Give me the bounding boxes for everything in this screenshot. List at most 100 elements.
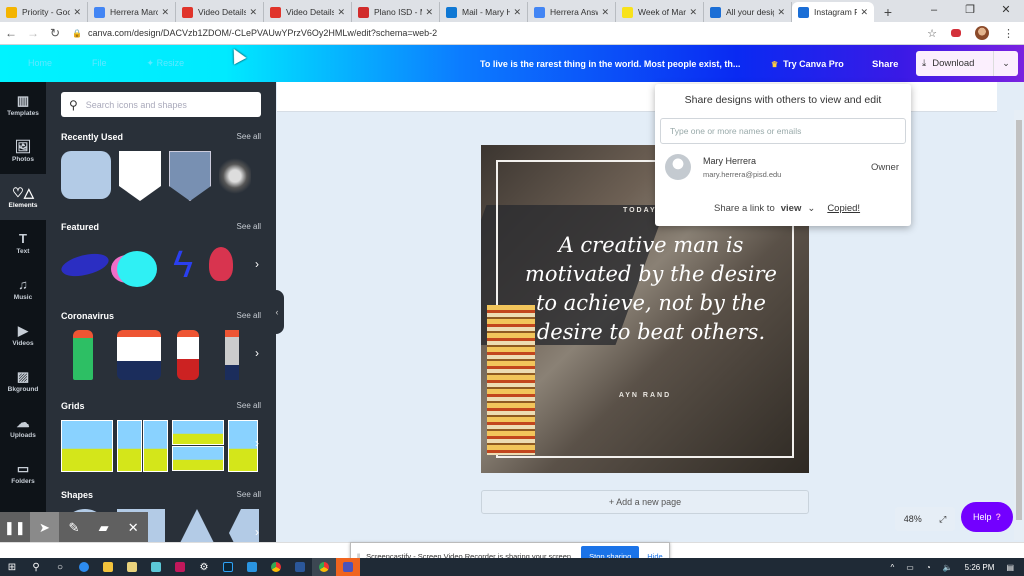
quote-text[interactable]: A creative man is motivated by the desir… bbox=[521, 231, 781, 347]
browser-tab[interactable]: Mail - Mary H ✕ bbox=[440, 2, 528, 22]
close-tab-icon[interactable]: ✕ bbox=[513, 7, 521, 18]
reload-icon[interactable]: ↻ bbox=[44, 26, 66, 40]
rail-item-templates[interactable]: ▥ Templates bbox=[0, 82, 46, 128]
rose-illustration[interactable] bbox=[209, 247, 233, 281]
scrollbar-thumb[interactable] bbox=[1016, 120, 1022, 520]
browser-tab[interactable]: Instagram Po✕ bbox=[792, 2, 874, 22]
volume-icon[interactable]: 🔈 bbox=[943, 563, 953, 572]
show-hidden-icons[interactable]: ^ bbox=[891, 563, 895, 572]
resize-menu[interactable]: ✦ Resize bbox=[147, 58, 185, 69]
close-tab-icon[interactable]: ✕ bbox=[249, 7, 257, 18]
forward-icon[interactable]: → bbox=[22, 26, 44, 40]
lemon-illustration[interactable] bbox=[117, 251, 157, 287]
minimize-button[interactable]: – bbox=[916, 0, 952, 22]
browser-tab[interactable]: Week of Mar ✕ bbox=[616, 2, 704, 22]
edge-icon[interactable] bbox=[72, 558, 96, 576]
share-button[interactable]: Share bbox=[872, 59, 898, 70]
pen-icon[interactable]: ✎ bbox=[59, 520, 89, 536]
notifications-icon[interactable]: ▤ bbox=[1006, 563, 1014, 572]
browser-menu-icon[interactable]: ⋮ bbox=[1003, 27, 1014, 40]
help-button[interactable]: Help ? bbox=[961, 502, 1013, 532]
search-icon[interactable]: ⚲ bbox=[24, 558, 48, 576]
battery-icon[interactable]: ▭ bbox=[906, 563, 914, 572]
teams-icon[interactable] bbox=[336, 558, 360, 576]
grid-single[interactable] bbox=[61, 420, 113, 472]
search-input[interactable]: ⚲ Search icons and shapes bbox=[61, 92, 261, 117]
grid-two-column[interactable] bbox=[117, 420, 168, 472]
white-badge-shape[interactable] bbox=[119, 151, 161, 201]
extension-icon[interactable] bbox=[951, 29, 961, 37]
app-red-icon[interactable] bbox=[168, 558, 192, 576]
browser-tab[interactable]: Video Details ✕ bbox=[176, 2, 264, 22]
browser-tab[interactable]: Herrera Answ ✕ bbox=[528, 2, 616, 22]
chevron-right-icon[interactable]: › bbox=[255, 346, 259, 360]
rail-item-elements[interactable]: ♡△ Elements bbox=[0, 174, 46, 220]
share-email-input[interactable]: Type one or more names or emails bbox=[660, 118, 906, 144]
add-page-button[interactable]: + Add a new page bbox=[481, 490, 809, 514]
clock[interactable]: 5:26 PM bbox=[965, 563, 995, 572]
close-tab-icon[interactable]: ✕ bbox=[161, 7, 169, 18]
chrome-active-icon[interactable] bbox=[312, 558, 336, 576]
grid-two-row[interactable] bbox=[172, 420, 224, 472]
copied-link[interactable]: Copied! bbox=[827, 203, 860, 214]
windows-start-icon[interactable]: ⊞ bbox=[0, 558, 24, 576]
url-field[interactable]: 🔒 canva.com/design/DACVzb1ZDOM/-CLePVAUw… bbox=[72, 24, 927, 42]
file-menu[interactable]: File bbox=[92, 58, 107, 69]
file-explorer-icon[interactable] bbox=[96, 558, 120, 576]
photoshop-icon[interactable] bbox=[216, 558, 240, 576]
close-tab-icon[interactable]: ✕ bbox=[425, 7, 433, 18]
browser-tab[interactable]: All your desig ✕ bbox=[704, 2, 792, 22]
grid-partial[interactable] bbox=[228, 420, 258, 472]
close-tab-icon[interactable]: ✕ bbox=[337, 7, 345, 18]
settings-icon[interactable]: ⚙ bbox=[192, 558, 216, 576]
zoom-level[interactable]: 48% bbox=[904, 514, 922, 524]
rail-item-videos[interactable]: ▶ Videos bbox=[0, 312, 46, 358]
try-canva-pro-button[interactable]: ♛ Try Canva Pro bbox=[771, 59, 844, 69]
feather-illustration[interactable] bbox=[59, 248, 111, 282]
close-tab-icon[interactable]: ✕ bbox=[689, 7, 697, 18]
pause-icon[interactable]: ❚❚ bbox=[0, 520, 30, 536]
close-tab-icon[interactable]: ✕ bbox=[601, 7, 609, 18]
chevron-down-icon[interactable]: ⌄ bbox=[807, 203, 815, 214]
eraser-icon[interactable]: ▰ bbox=[89, 520, 119, 536]
chevron-down-icon[interactable]: ⌄ bbox=[994, 58, 1018, 69]
chevron-right-icon[interactable]: › bbox=[255, 436, 259, 450]
store-icon[interactable] bbox=[120, 558, 144, 576]
rail-item-photos[interactable]: 🖼 Photos bbox=[0, 128, 46, 174]
close-window-button[interactable]: ✕ bbox=[988, 0, 1024, 22]
cortana-icon[interactable]: ○ bbox=[48, 558, 72, 576]
see-all-link[interactable]: See all bbox=[237, 132, 261, 142]
new-tab-button[interactable]: + bbox=[874, 2, 902, 22]
close-tab-icon[interactable]: ✕ bbox=[73, 7, 81, 18]
see-all-link[interactable]: See all bbox=[237, 222, 261, 232]
dragon-illustration[interactable] bbox=[219, 151, 251, 201]
pointer-icon[interactable]: ➤ bbox=[29, 512, 60, 544]
browser-tab[interactable]: Priority - Goo ✕ bbox=[0, 2, 88, 22]
doctor-illustration[interactable] bbox=[225, 330, 239, 380]
doctor-seated-illustration[interactable] bbox=[117, 330, 161, 380]
collapse-panel-button[interactable]: ‹ bbox=[270, 290, 284, 334]
chevron-right-icon[interactable]: › bbox=[255, 525, 259, 539]
scientist-illustration[interactable] bbox=[177, 330, 199, 380]
book-stack-image[interactable] bbox=[487, 305, 535, 455]
rail-item-uploads[interactable]: ☁ Uploads bbox=[0, 404, 46, 450]
browser-tab[interactable]: Herrera Marc ✕ bbox=[88, 2, 176, 22]
document-title[interactable]: To live is the rarest thing in the world… bbox=[480, 59, 740, 69]
profile-avatar[interactable] bbox=[975, 26, 989, 40]
word-icon[interactable] bbox=[288, 558, 312, 576]
rail-item-music[interactable]: ♫ Music bbox=[0, 266, 46, 312]
see-all-link[interactable]: See all bbox=[237, 490, 261, 500]
mail-icon[interactable] bbox=[240, 558, 264, 576]
rail-item-folders[interactable]: ▭ Folders bbox=[0, 450, 46, 496]
zoom-control[interactable]: 48% ⤢ bbox=[895, 507, 955, 531]
see-all-link[interactable]: See all bbox=[237, 401, 261, 411]
close-tab-icon[interactable]: ✕ bbox=[777, 7, 785, 18]
close-icon[interactable]: ✕ bbox=[118, 520, 148, 536]
lightning-illustration[interactable]: ϟ bbox=[165, 241, 201, 291]
wavy-frame-shape[interactable] bbox=[61, 151, 111, 199]
share-link-mode[interactable]: view bbox=[781, 203, 802, 214]
chevron-right-icon[interactable]: › bbox=[255, 257, 259, 271]
chrome-icon[interactable] bbox=[264, 558, 288, 576]
download-button[interactable]: ⤓ Download ⌄ bbox=[916, 51, 1018, 76]
back-icon[interactable]: ← bbox=[0, 26, 22, 40]
